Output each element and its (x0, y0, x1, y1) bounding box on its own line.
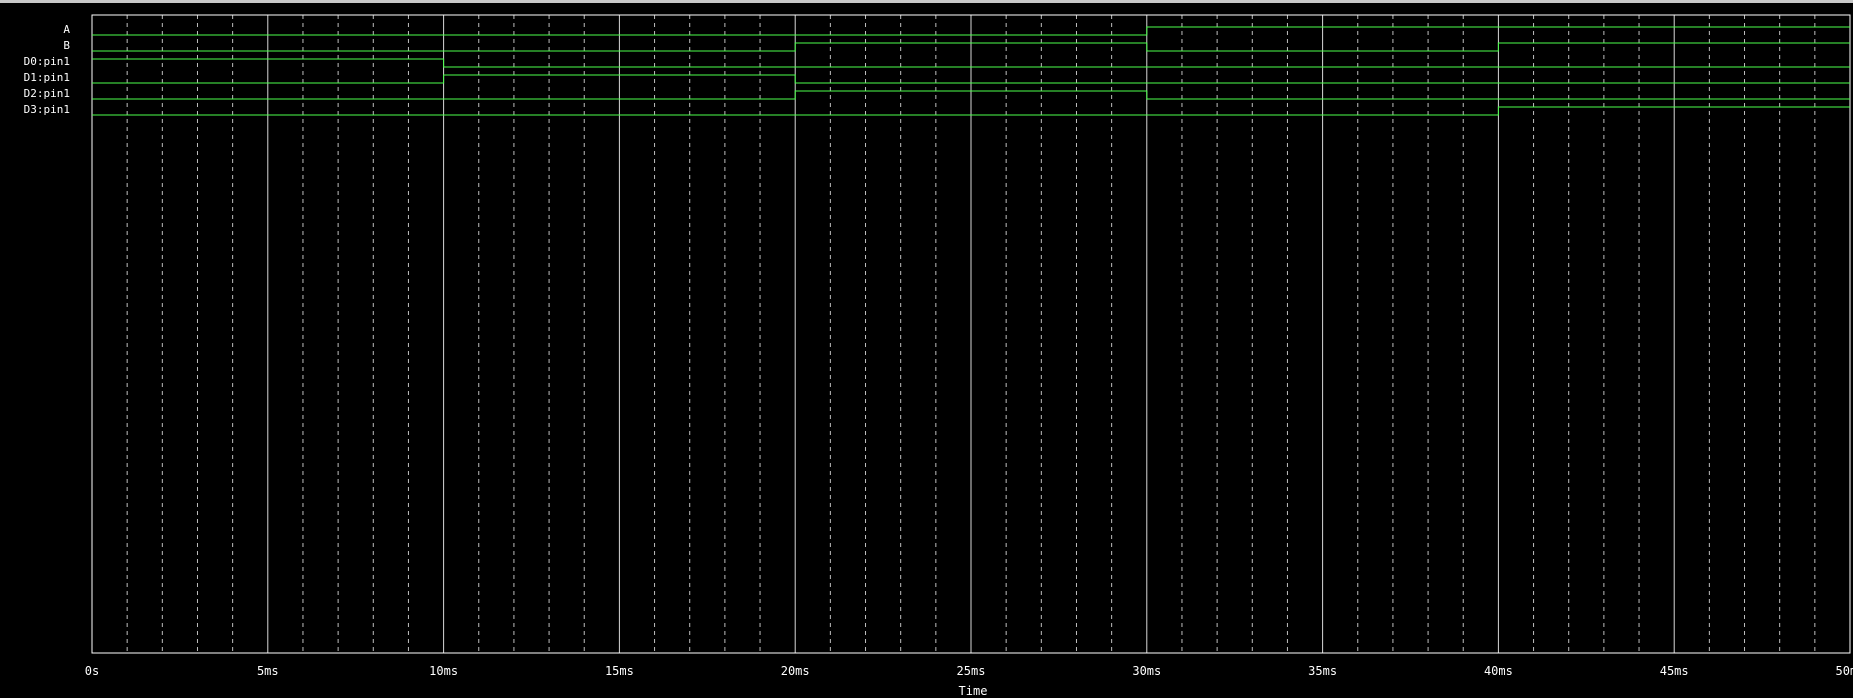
x-tick-label: 35ms (1308, 664, 1337, 678)
x-axis-label: Time (959, 684, 988, 698)
x-tick-label: 45ms (1660, 664, 1689, 678)
x-tick-label: 10ms (429, 664, 458, 678)
x-tick-label: 40ms (1484, 664, 1513, 678)
x-tick-label: 50ms (1836, 664, 1853, 678)
waveform-window: A B D0:pin1 D1:pin1 D2:pin1 D3:pin1 0s 5ms 10ms… (0, 0, 1853, 698)
x-tick-label: 0s (85, 664, 99, 678)
signal-label: D2:pin1 (24, 87, 70, 100)
signal-label: B (63, 39, 70, 52)
waveform-chart: AB D0:pin1 D1:pin1 D2:pin1 D3:pin1 0s 5ms 10ms… (0, 3, 1853, 698)
x-tick-label: 30ms (1132, 664, 1161, 678)
signal-label: A (63, 23, 70, 36)
x-tick-label: 5ms (257, 664, 279, 678)
x-tick-label: 15ms (605, 664, 634, 678)
signal-label: D0:pin1 (24, 55, 70, 68)
x-tick-label: 25ms (957, 664, 986, 678)
signal-label: D3:pin1 (24, 103, 70, 116)
x-tick-label: 20ms (781, 664, 810, 678)
signal-label: D1:pin1 (24, 71, 70, 84)
